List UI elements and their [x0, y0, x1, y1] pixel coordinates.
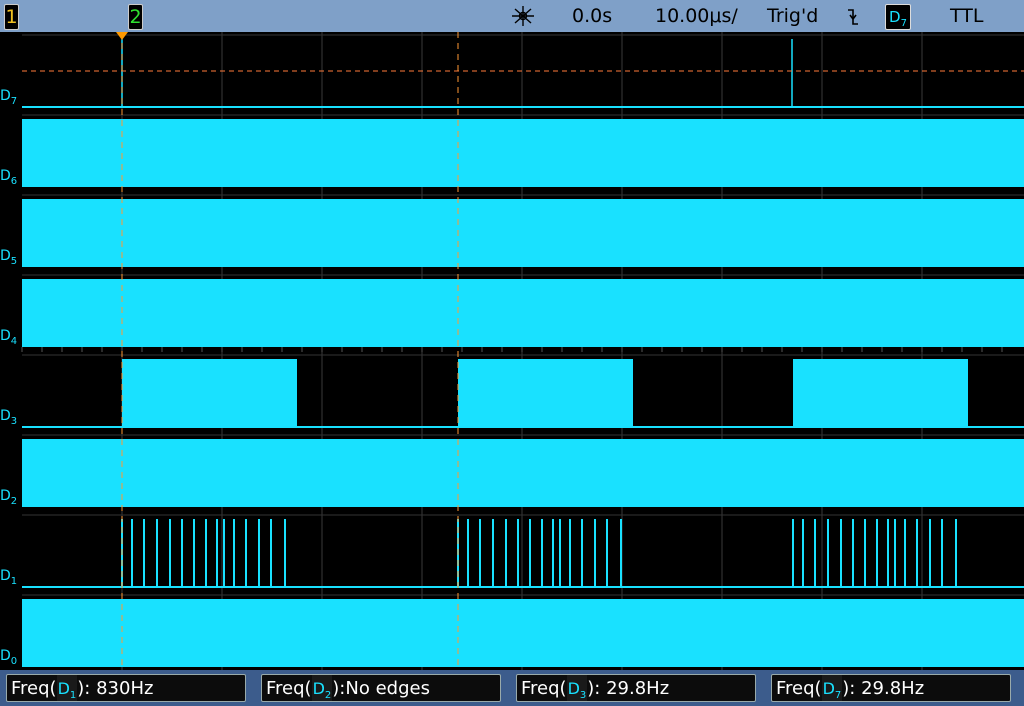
- channel-number: 7: [10, 95, 18, 107]
- digital-traces: [22, 39, 1024, 667]
- channel-label-d0[interactable]: D0: [0, 649, 17, 669]
- threshold-readout[interactable]: TTL: [950, 3, 983, 29]
- trigger-position-marker: [116, 32, 128, 40]
- acquire-icon: [512, 6, 534, 26]
- status-bar: 1 2 0.0s 10.00μs/ Trig'd D7 TTL: [0, 0, 1024, 32]
- channel-label-d5[interactable]: D5: [0, 249, 17, 269]
- channel-number: 3: [10, 415, 18, 427]
- trace-fill-d4: [22, 279, 1024, 347]
- channel-letter: D: [0, 248, 11, 264]
- trace-fill-d0: [22, 599, 1024, 667]
- channel-label-d3[interactable]: D3: [0, 409, 17, 429]
- trace-fill-d5: [22, 199, 1024, 267]
- measurement-freq-d1[interactable]: Freq(D1): 830Hz: [6, 674, 246, 702]
- measurement-bar: Freq(D1): 830Hz Freq(D2):No edges Freq(D…: [0, 670, 1024, 706]
- channel-label-d1[interactable]: D1: [0, 569, 17, 589]
- waveform-display[interactable]: D7 D6 D5 D4 D3 D2 D1 D0: [0, 32, 1024, 676]
- channel-label-d6[interactable]: D6: [0, 169, 17, 189]
- trace-fill-d6: [22, 119, 1024, 187]
- measurement-freq-d7[interactable]: Freq(D7): 29.8Hz: [771, 674, 1011, 702]
- falling-edge-icon[interactable]: [846, 6, 860, 26]
- timebase-readout[interactable]: 10.00μs/: [655, 3, 738, 29]
- channel-label-d7[interactable]: D7: [0, 89, 17, 109]
- delay-readout[interactable]: 0.0s: [572, 3, 612, 29]
- channel-number: 0: [10, 655, 18, 667]
- channel-letter: D: [0, 568, 11, 584]
- channel-label-d2[interactable]: D2: [0, 489, 17, 509]
- measurement-freq-d3[interactable]: Freq(D3): 29.8Hz: [516, 674, 756, 702]
- channel-number: 2: [10, 495, 18, 507]
- trigger-status: Trig'd: [767, 5, 819, 27]
- channel-number: 6: [10, 175, 18, 187]
- measurement-freq-d2[interactable]: Freq(D2):No edges: [261, 674, 501, 702]
- channel-number: 4: [10, 335, 18, 347]
- channel-letter: D: [0, 328, 11, 344]
- trace-d3-high: [122, 359, 297, 427]
- channel-letter: D: [0, 408, 11, 424]
- channel-letter: D: [0, 88, 11, 104]
- channel-letter: D: [0, 168, 11, 184]
- trace-d3-high: [793, 359, 968, 427]
- channel-letter: D: [0, 488, 11, 504]
- trace-fill-d2: [22, 439, 1024, 507]
- channel-letter: D: [0, 648, 11, 664]
- trace-d3-high: [458, 359, 633, 427]
- channel-number: 5: [10, 255, 18, 267]
- channel-1-indicator[interactable]: 1: [4, 4, 19, 30]
- channel-number: 1: [10, 575, 18, 587]
- waveform-canvas: [21, 32, 1024, 676]
- channel-2-indicator[interactable]: 2: [128, 4, 143, 30]
- trigger-source-indicator[interactable]: D7: [885, 4, 911, 30]
- channel-label-d4[interactable]: D4: [0, 329, 17, 349]
